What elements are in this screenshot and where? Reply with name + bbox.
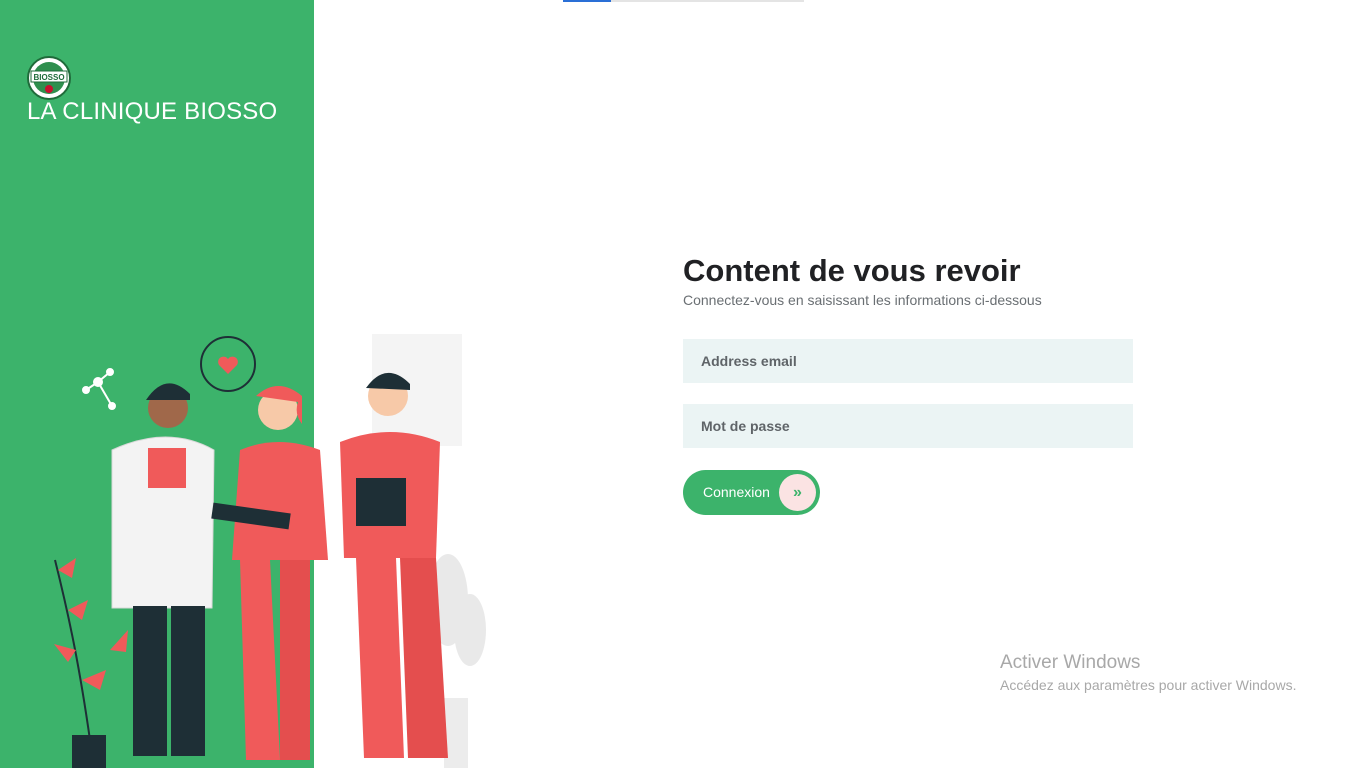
clinic-logo: BIOSSO	[27, 56, 71, 100]
heart-speech-bubble-icon	[200, 336, 256, 392]
clinic-logo-text: BIOSSO	[33, 73, 64, 82]
login-button-label: Connexion	[703, 484, 770, 500]
brand-name: LA CLINIQUE BIOSSO	[27, 98, 278, 125]
email-field[interactable]	[683, 339, 1133, 383]
watermark-title: Activer Windows	[1000, 652, 1141, 673]
loading-progress-fill	[563, 0, 612, 2]
doctor-figure	[111, 383, 215, 756]
login-form: Content de vous revoir Connectez-vous en…	[683, 252, 1133, 515]
watermark-subtitle: Accédez aux paramètres pour activer Wind…	[1000, 677, 1297, 693]
molecule-icon	[82, 368, 116, 410]
double-chevron-right-icon: »	[779, 474, 816, 511]
login-subtitle: Connectez-vous en saisissant les informa…	[683, 292, 1042, 308]
windows-activation-watermark: Activer Windows Accédez aux paramètres p…	[1000, 651, 1296, 693]
nurse-figure	[211, 386, 328, 760]
medical-staff-illustration	[54, 334, 486, 768]
login-title: Content de vous revoir	[683, 253, 1021, 288]
password-field[interactable]	[683, 404, 1133, 448]
login-button[interactable]: Connexion »	[683, 470, 820, 515]
loading-progress-bar	[563, 0, 804, 2]
